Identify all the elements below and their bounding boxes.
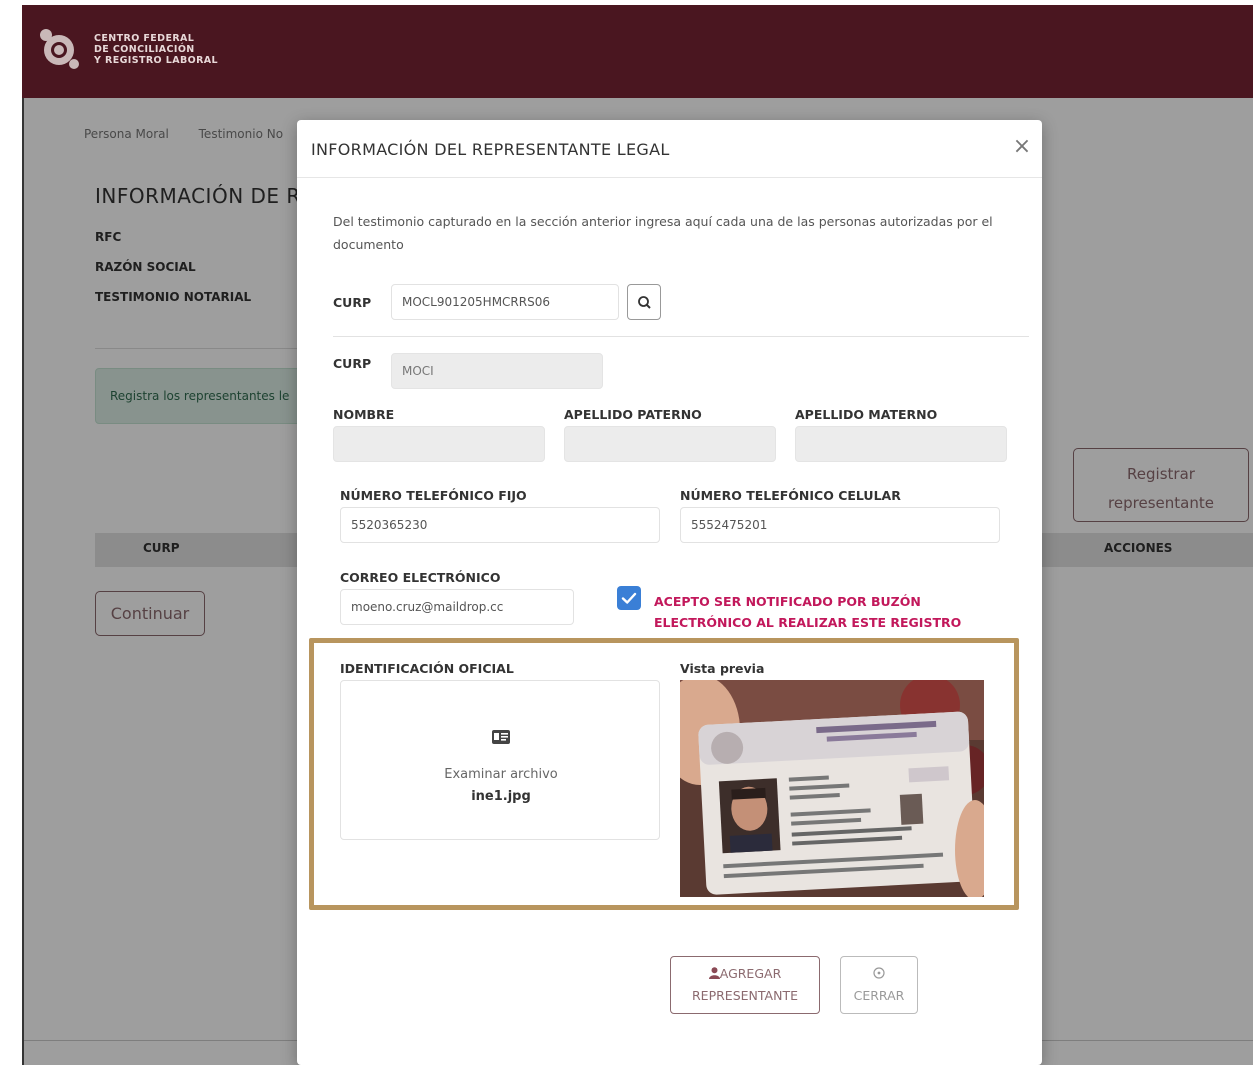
file-upload-dropzone[interactable]: Examinar archivo ine1.jpg (340, 680, 660, 840)
curp-search-label: CURP (333, 295, 372, 310)
logo-line: Y REGISTRO LABORAL (94, 55, 218, 66)
correo-label: CORREO ELECTRÓNICO (340, 570, 501, 585)
close-icon[interactable]: × (1010, 134, 1034, 160)
modal-header: INFORMACIÓN DEL REPRESENTANTE LEGAL × (297, 120, 1042, 178)
logo-line: CENTRO FEDERAL (94, 33, 195, 44)
logo-line: DE CONCILIACIÓN (94, 44, 195, 55)
modal-title: INFORMACIÓN DEL REPRESENTANTE LEGAL (311, 140, 670, 159)
consent-label-line: ELECTRÓNICO AL REALIZAR ESTE REGISTRO (654, 615, 962, 630)
curp-label: CURP (333, 356, 372, 371)
consent-label-line: ACEPTO SER NOTIFICADO POR BUZÓN (654, 594, 921, 609)
cerrar-button[interactable]: CERRAR (840, 956, 918, 1014)
logo-text: CENTRO FEDERAL DE CONCILIACIÓN Y REGISTR… (94, 33, 218, 66)
telefono-fijo-input[interactable]: 5520365230 (340, 507, 660, 543)
telefono-celular-label: NÚMERO TELEFÓNICO CELULAR (680, 488, 901, 503)
check-icon (621, 592, 637, 604)
apellido-paterno-field[interactable] (564, 426, 776, 462)
divider (333, 336, 1029, 337)
correo-input[interactable]: moeno.cruz@maildrop.cc (340, 589, 574, 625)
telefono-celular-input[interactable]: 5552475201 (680, 507, 1000, 543)
logo-icon (40, 29, 79, 69)
add-button-line: AGREGAR (671, 963, 819, 985)
add-button-label: REPRESENTANTE (692, 988, 798, 1003)
add-button-label: AGREGAR (719, 966, 782, 981)
apellido-materno-label: APELLIDO MATERNO (795, 407, 938, 422)
id-card-preview-image (680, 680, 984, 897)
preview-label: Vista previa (680, 661, 765, 676)
cerrar-button-label: CERRAR (853, 988, 905, 1003)
search-button[interactable] (627, 284, 661, 320)
close-button-icon-line (841, 963, 917, 985)
search-icon (638, 296, 651, 309)
representative-modal: INFORMACIÓN DEL REPRESENTANTE LEGAL × De… (297, 120, 1042, 1065)
circle-x-icon (873, 967, 885, 979)
telefono-fijo-label: NÚMERO TELEFÓNICO FIJO (340, 488, 527, 503)
apellido-materno-field[interactable] (795, 426, 1007, 462)
selected-file-name: ine1.jpg (471, 789, 531, 804)
consent-label: ACEPTO SER NOTIFICADO POR BUZÓN ELECTRÓN… (654, 591, 961, 633)
curp-search-input[interactable]: MOCL901205HMCRRS06 (391, 284, 619, 320)
nombre-label: NOMBRE (333, 407, 395, 422)
browse-file-label: Examinar archivo (444, 767, 558, 782)
consent-checkbox[interactable] (617, 586, 641, 610)
curp-field[interactable]: MOCI (391, 353, 603, 389)
add-representative-button[interactable]: AGREGAR REPRESENTANTE (670, 956, 820, 1014)
file-card-icon (492, 730, 510, 744)
identificacion-label: IDENTIFICACIÓN OFICIAL (340, 661, 514, 676)
user-icon (708, 967, 720, 979)
apellido-paterno-label: APELLIDO PATERNO (564, 407, 702, 422)
nombre-field[interactable] (333, 426, 545, 462)
modal-intro: Del testimonio capturado en la sección a… (333, 214, 993, 252)
